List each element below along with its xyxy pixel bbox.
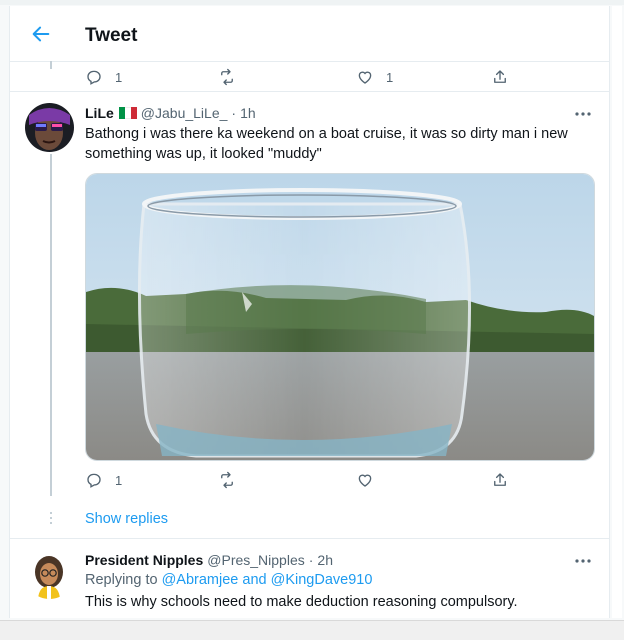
more-options-icon[interactable] bbox=[573, 104, 593, 124]
page-title: Tweet bbox=[85, 25, 138, 46]
tweet-text: This is why schools need to make deducti… bbox=[85, 594, 518, 610]
retweet-icon bbox=[221, 471, 233, 489]
user-handle[interactable]: @Jabu_LiLe_ bbox=[141, 105, 228, 121]
heart-icon bbox=[358, 71, 372, 84]
mention-and: and bbox=[242, 572, 267, 588]
separator: · bbox=[308, 552, 314, 568]
show-replies-link[interactable]: Show replies bbox=[85, 511, 168, 527]
avatar[interactable] bbox=[25, 550, 74, 599]
retweet-icon bbox=[221, 68, 233, 86]
tweet-image[interactable] bbox=[85, 173, 595, 461]
window-bottom-bar bbox=[0, 620, 624, 640]
like-count: 1 bbox=[386, 69, 394, 85]
share-icon bbox=[494, 473, 506, 486]
thread-connector bbox=[50, 154, 52, 496]
share-icon bbox=[494, 70, 506, 83]
like-button[interactable] bbox=[356, 469, 374, 491]
tweet-detail-panel: Tweet 1 1 LiLe @Jabu_LiLe_ · 1h Bathong … bbox=[9, 6, 610, 618]
scrollbar[interactable] bbox=[612, 6, 622, 618]
reply-button[interactable]: 1 bbox=[85, 469, 122, 491]
retweet-button[interactable] bbox=[218, 66, 236, 88]
user-name[interactable]: President Nipples bbox=[85, 552, 203, 568]
tweet-header: Tweet bbox=[10, 6, 609, 62]
window-top-edge bbox=[0, 0, 624, 5]
tweet-actions: 1 bbox=[10, 469, 609, 493]
heart-icon bbox=[358, 474, 372, 487]
reply-icon bbox=[87, 473, 101, 488]
user-handle[interactable]: @Pres_Nipples bbox=[207, 552, 304, 568]
reply-count: 1 bbox=[115, 69, 123, 85]
mention-link[interactable]: @KingDave910 bbox=[271, 572, 373, 588]
replying-prefix: Replying to bbox=[85, 572, 158, 588]
divider bbox=[10, 538, 609, 539]
share-button[interactable] bbox=[491, 469, 509, 491]
replying-to: Replying to @Abramjee and @KingDave910 bbox=[85, 571, 372, 590]
italy-flag-icon bbox=[118, 107, 137, 119]
timestamp[interactable]: 2h bbox=[317, 552, 333, 568]
tweet-text-line-1: Bathong i was there ka weekend on a boat… bbox=[85, 126, 568, 142]
tweet-text-line-2: something was up, it looked "muddy" bbox=[85, 146, 322, 162]
timestamp[interactable]: 1h bbox=[240, 105, 256, 121]
reply-button[interactable]: 1 bbox=[85, 66, 122, 88]
separator: · bbox=[231, 105, 237, 121]
share-button[interactable] bbox=[491, 66, 509, 88]
reply-count: 1 bbox=[115, 472, 123, 488]
arrow-left-icon[interactable] bbox=[30, 23, 52, 45]
prev-tweet-actions: 1 1 bbox=[10, 66, 609, 90]
retweet-button[interactable] bbox=[218, 469, 236, 491]
reply-icon bbox=[87, 70, 101, 85]
mention-link[interactable]: @Abramjee bbox=[162, 572, 239, 588]
more-options-icon[interactable] bbox=[573, 551, 593, 571]
user-name[interactable]: LiLe bbox=[85, 105, 114, 121]
tweet-user-line: President Nipples @Pres_Nipples · 2h bbox=[85, 551, 333, 569]
more-replies-dots bbox=[50, 512, 52, 526]
avatar[interactable] bbox=[25, 103, 74, 152]
like-button[interactable]: 1 bbox=[356, 66, 393, 88]
tweet-user-line: LiLe @Jabu_LiLe_ · 1h bbox=[85, 104, 256, 122]
divider bbox=[10, 91, 609, 92]
